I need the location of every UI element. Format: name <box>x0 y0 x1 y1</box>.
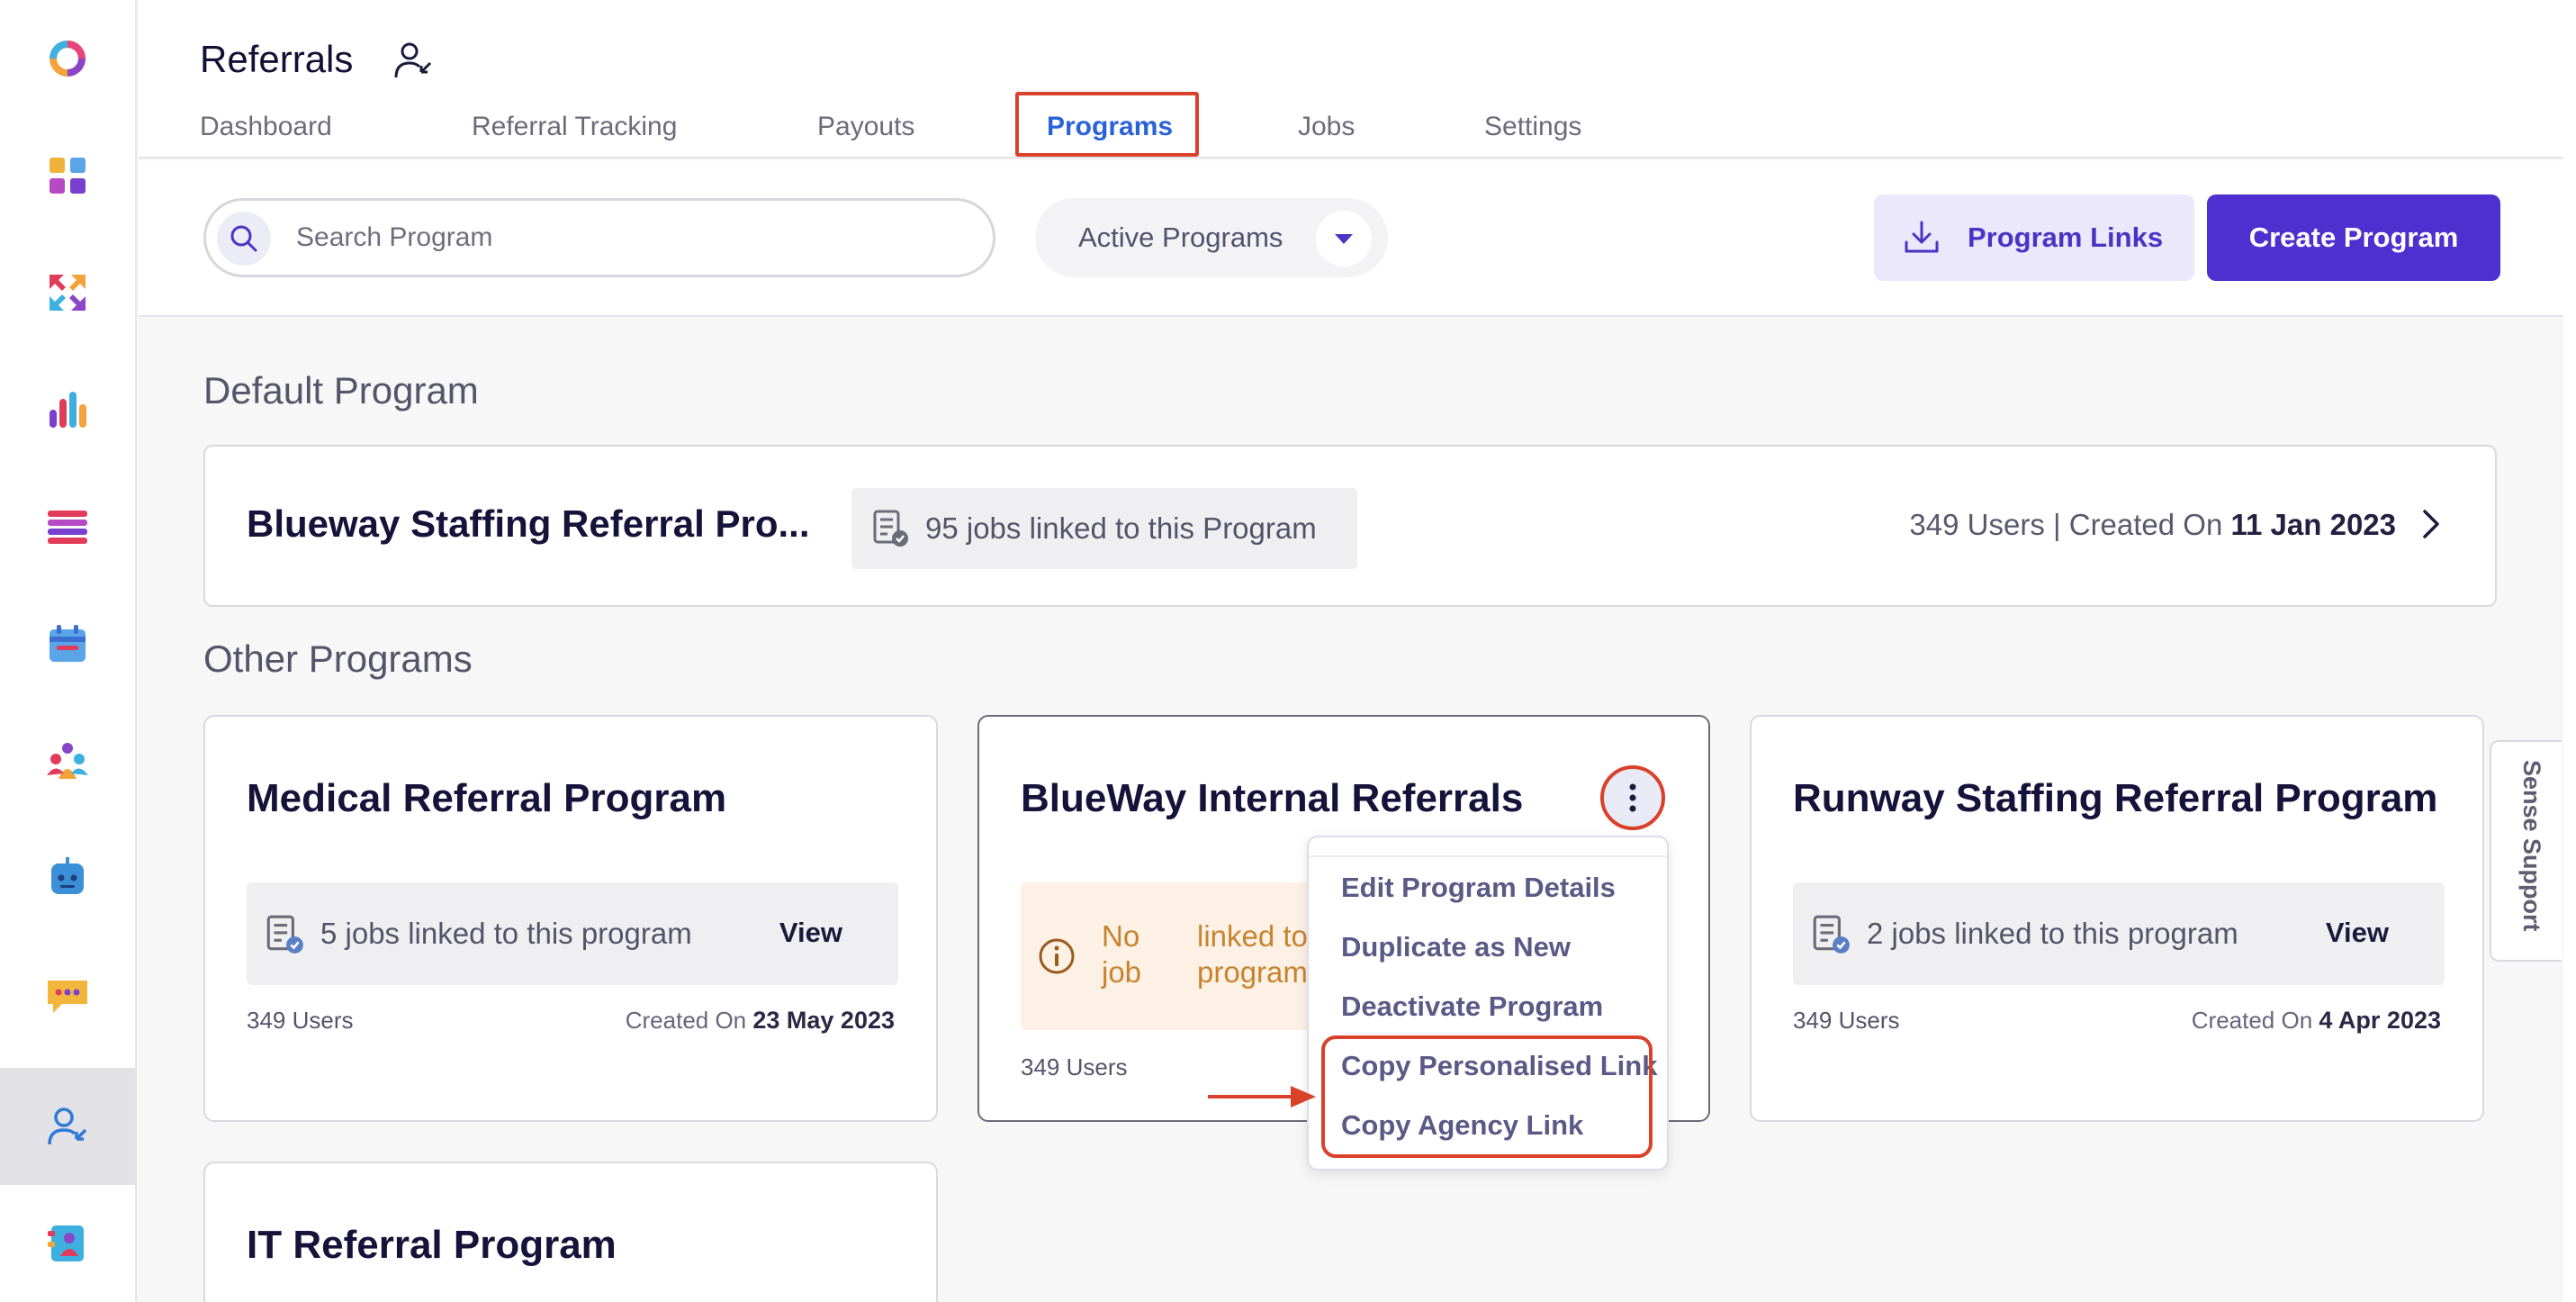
calendar-icon <box>50 625 86 662</box>
nav-referrals[interactable] <box>0 1068 135 1185</box>
nav-dashboard[interactable] <box>0 117 135 234</box>
warning-word: job <box>1102 955 1142 989</box>
chatbot-icon <box>51 857 84 894</box>
arrows-exchange-icon <box>50 275 86 311</box>
program-users-count: 349 Users <box>1793 1007 1900 1034</box>
program-card-title: Runway Staffing Referral Program <box>1793 776 2438 820</box>
messages-icon <box>48 981 87 1013</box>
more-options-button[interactable] <box>1600 765 1665 830</box>
menu-item-deactivate-program[interactable]: Deactivate Program <box>1341 990 1603 1023</box>
warning-text-col2: linked to program <box>1197 918 1308 990</box>
program-users-count: 349 Users <box>247 1007 354 1034</box>
program-created-date: Created On 23 May 2023 <box>626 1007 895 1035</box>
default-program-meta: 349 Users | Created On 11 Jan 2023 <box>1909 508 2396 542</box>
tab-jobs[interactable]: Jobs <box>1298 112 1355 142</box>
nav-analytics[interactable] <box>0 351 135 468</box>
created-label: Created On <box>625 1007 753 1034</box>
jobs-linked-text: 2 jobs linked to this program <box>1867 917 2238 950</box>
created-date-value: 4 Apr 2023 <box>2319 1007 2441 1034</box>
program-created-date: Created On 4 Apr 2023 <box>2192 1007 2441 1035</box>
warning-word: No <box>1102 919 1140 953</box>
referral-user-icon <box>394 42 432 78</box>
nav-list[interactable] <box>0 468 135 585</box>
tab-settings[interactable]: Settings <box>1484 112 1581 142</box>
program-links-label: Program Links <box>1968 222 2164 253</box>
filter-label: Active Programs <box>1078 222 1283 253</box>
referrals-icon <box>48 1108 87 1145</box>
sense-support-tab[interactable]: Sense Support <box>2490 740 2562 962</box>
created-date-value: 23 May 2023 <box>752 1007 895 1034</box>
scrollbar-track[interactable] <box>2563 0 2576 1302</box>
jobs-document-icon <box>266 915 303 954</box>
default-program-heading: Default Program <box>203 369 479 411</box>
default-program-jobs-text: 95 jobs linked to this Program <box>925 511 1317 545</box>
nav-messages[interactable] <box>0 936 135 1053</box>
default-program-date: 11 Jan 2023 <box>2230 508 2397 541</box>
view-jobs-link[interactable]: View <box>779 917 842 949</box>
program-card-it-referral[interactable]: IT Referral Program <box>203 1162 938 1302</box>
analytics-bars-icon <box>50 392 86 428</box>
copy-links-highlight-annotation <box>1321 1035 1653 1158</box>
page-title: Referrals <box>200 38 354 80</box>
sense-support-label: Sense Support <box>2518 760 2545 932</box>
warning-text-col1: No job <box>1102 918 1141 990</box>
menu-item-edit-program-details[interactable]: Edit Program Details <box>1341 872 1616 904</box>
team-icon <box>47 743 88 779</box>
app-logo-icon <box>50 41 86 77</box>
kebab-menu-icon <box>1629 783 1636 812</box>
left-nav-rail <box>0 0 137 1302</box>
tab-payouts[interactable]: Payouts <box>817 112 914 142</box>
program-links-button[interactable]: Program Links <box>1874 194 2194 281</box>
info-icon <box>1039 938 1075 974</box>
program-status-filter[interactable]: Active Programs <box>1035 198 1388 277</box>
program-toolbar: Active Programs Program Links Create Pro… <box>139 160 2576 317</box>
app-logo[interactable] <box>0 0 135 117</box>
dashboard-grid-icon <box>50 158 86 194</box>
search-box <box>203 198 995 277</box>
program-users-count: 349 Users <box>1021 1053 1128 1080</box>
jobs-linked-box: 2 jobs linked to this program View <box>1793 882 2445 985</box>
program-card-title: Medical Referral Program <box>247 776 727 820</box>
caret-down-icon[interactable] <box>1316 211 1372 267</box>
program-card-medical[interactable]: Medical Referral Program 5 jobs linked t… <box>203 715 938 1122</box>
nav-calendar[interactable] <box>0 585 135 702</box>
nav-chatbot[interactable] <box>0 819 135 936</box>
jobs-linked-text: 5 jobs linked to this program <box>320 917 692 950</box>
download-icon <box>1905 221 1939 253</box>
default-program-title: Blueway Staffing Referral Pro... <box>247 502 810 545</box>
page-header: Referrals Dashboard Referral Tracking Pa… <box>139 0 2576 158</box>
search-icon[interactable] <box>217 212 271 266</box>
tab-highlight-annotation <box>1015 92 1199 157</box>
menu-divider <box>1309 855 1667 857</box>
jobs-document-icon <box>873 510 908 547</box>
nav-exchange[interactable] <box>0 234 135 351</box>
default-program-users: 349 Users | Created On <box>1909 508 2231 541</box>
tab-bar: Dashboard Referral Tracking Payouts Prog… <box>139 99 2576 158</box>
other-programs-heading: Other Programs <box>203 637 473 680</box>
jobs-document-icon <box>1813 915 1850 954</box>
nav-team[interactable] <box>0 702 135 819</box>
program-card-runway-staffing[interactable]: Runway Staffing Referral Program 2 jobs … <box>1750 715 2484 1122</box>
tab-dashboard[interactable]: Dashboard <box>200 112 332 142</box>
search-input[interactable] <box>296 201 962 275</box>
created-label: Created On <box>2191 1007 2319 1034</box>
list-icon <box>48 511 87 544</box>
tab-referral-tracking[interactable]: Referral Tracking <box>472 112 677 142</box>
default-program-card[interactable]: Blueway Staffing Referral Pro... 95 jobs… <box>203 445 2497 607</box>
default-program-jobs-badge: 95 jobs linked to this Program <box>851 488 1357 569</box>
create-program-button[interactable]: Create Program <box>2207 194 2500 281</box>
view-jobs-link[interactable]: View <box>2326 917 2389 949</box>
warning-word: program <box>1197 955 1308 989</box>
jobs-linked-box: 5 jobs linked to this program View <box>247 882 898 985</box>
contacts-icon <box>48 1225 84 1261</box>
warning-word: linked to <box>1197 919 1308 953</box>
nav-contacts[interactable] <box>0 1185 135 1302</box>
arrow-right-annotation-icon <box>1208 1086 1316 1108</box>
program-card-title: BlueWay Internal Referrals <box>1021 776 1524 820</box>
chevron-right-icon[interactable] <box>2412 506 2448 542</box>
menu-item-duplicate-as-new[interactable]: Duplicate as New <box>1341 931 1571 963</box>
program-card-title: IT Referral Program <box>247 1223 617 1267</box>
